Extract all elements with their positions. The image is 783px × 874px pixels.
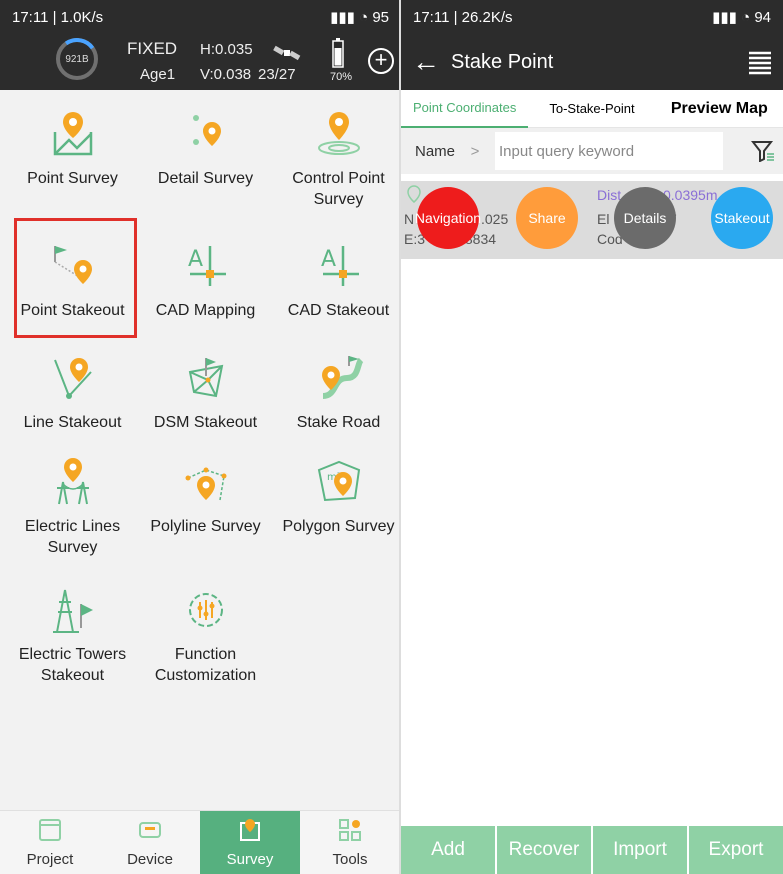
status-time: 17:11 | 26.2K/s <box>413 8 513 26</box>
tile-stake-road[interactable]: Stake Road <box>272 352 401 433</box>
add-icon[interactable]: + <box>368 48 394 74</box>
nav-survey[interactable]: Survey <box>200 811 300 874</box>
stake-point-panel: 17:11 | 26.2K/s ▮▮▮ ◔ 94 ← Stake Point P… <box>401 0 783 874</box>
search-bar: Name > Input query keyword <box>401 128 783 174</box>
project-icon <box>39 819 61 841</box>
tile-label: Point Survey <box>27 170 118 187</box>
battery-percent: 70% <box>330 71 353 83</box>
line-stakeout-icon <box>53 358 92 399</box>
detail-survey-icon <box>192 115 221 146</box>
tile-label: Line Stakeout <box>23 414 122 431</box>
tile-label: DSM Stakeout <box>153 414 258 431</box>
share-button[interactable]: Share <box>516 187 578 249</box>
nav-project[interactable]: Project <box>0 811 100 874</box>
gear-icon <box>188 593 223 627</box>
recover-button[interactable]: Recover <box>497 826 591 874</box>
survey-menu-panel: 17:11 | 1.0K/s ▮▮▮ ◔ 95 921B FIXED H:0.0… <box>0 0 401 874</box>
point-survey-icon <box>53 112 92 156</box>
tile-label: CAD Stakeout <box>287 302 390 319</box>
electric-towers-icon <box>52 589 93 633</box>
tile-function-customization[interactable]: Function Customization <box>139 584 272 686</box>
tile-point-survey[interactable]: Point Survey <box>6 108 139 189</box>
age: Age1 <box>140 66 176 83</box>
cad-mapping-icon: A <box>188 246 226 286</box>
chevron-right-icon[interactable]: > <box>455 143 495 160</box>
satellite-icon <box>272 42 302 68</box>
import-button[interactable]: Import <box>593 826 687 874</box>
tile-label: Polygon Survey <box>282 518 395 535</box>
tile-label: Stake Road <box>296 414 381 431</box>
page-title: Stake Point <box>451 50 554 73</box>
list-menu-icon[interactable] <box>747 49 773 75</box>
survey-icon <box>240 819 260 841</box>
svg-text:A: A <box>321 247 336 272</box>
polyline-survey-icon <box>185 467 226 501</box>
tile-polyline-survey[interactable]: Polyline Survey <box>139 456 272 537</box>
tab-bar: Point Coordinates To-Stake-Point Preview… <box>401 90 783 128</box>
battery-level: 94 <box>754 9 771 26</box>
bottom-navigation: Project Device Survey Tools <box>0 810 400 874</box>
tile-label: Polyline Survey <box>150 518 261 535</box>
satellite-count: 23/27 <box>258 66 296 83</box>
status-time: 17:11 | 1.0K/s <box>12 8 104 26</box>
details-button[interactable]: Details <box>614 187 676 249</box>
app-header: ← Stake Point <box>401 34 783 90</box>
stake-road-icon <box>321 356 364 399</box>
battery-level: 95 <box>372 9 389 26</box>
device-icon <box>139 822 161 838</box>
search-field-select[interactable]: Name <box>401 143 455 160</box>
tile-label: Detail Survey <box>157 170 254 187</box>
status-icons: ▮▮▮ ◔ 94 <box>712 9 771 26</box>
status-bar: 17:11 | 26.2K/s ▮▮▮ ◔ 94 <box>401 0 783 34</box>
add-button[interactable]: Add <box>401 826 495 874</box>
tab-preview-map[interactable]: Preview Map <box>656 91 783 127</box>
nav-device[interactable]: Device <box>100 811 200 874</box>
filter-icon[interactable] <box>751 140 775 162</box>
svg-text:A: A <box>188 247 203 272</box>
fix-status: FIXED <box>127 39 178 58</box>
status-bar: 17:11 | 1.0K/s ▮▮▮ ◔ 95 <box>0 0 401 34</box>
v-precision: V:0.038 <box>200 66 252 83</box>
tile-electric-towers-stakeout[interactable]: Electric Towers Stakeout <box>6 584 139 686</box>
tile-label: Control Point Survey <box>292 170 385 208</box>
tile-label: Function Customization <box>154 646 257 684</box>
tile-label: CAD Mapping <box>155 302 256 319</box>
tile-electric-lines-survey[interactable]: Electric Lines Survey <box>6 456 139 558</box>
tile-dsm-stakeout[interactable]: DSM Stakeout <box>139 352 272 433</box>
tile-line-stakeout[interactable]: Line Stakeout <box>6 352 139 433</box>
tile-control-point-survey[interactable]: Control Point Survey <box>272 108 401 210</box>
tile-label: Electric Towers Stakeout <box>18 646 127 684</box>
tab-to-stake-point[interactable]: To-Stake-Point <box>528 91 655 127</box>
tile-cad-mapping[interactable]: A CAD Mapping <box>139 240 272 321</box>
point-list-row[interactable]: N .025 E:3 .8834 Dist 0.0395m El 7 Cod N… <box>401 181 783 259</box>
h-precision: H:0.035 <box>200 41 253 58</box>
polygon-survey-icon: m³ <box>317 460 360 502</box>
gnss-ring-icon[interactable]: 921B <box>56 38 98 80</box>
tile-cad-stakeout[interactable]: A CAD Stakeout <box>272 240 401 321</box>
search-input[interactable]: Input query keyword <box>495 132 723 170</box>
navigation-button[interactable]: Navigation <box>415 187 481 249</box>
nav-tools[interactable]: Tools <box>300 811 400 874</box>
tile-polygon-survey[interactable]: m³ Polygon Survey <box>272 456 401 537</box>
back-arrow-icon[interactable]: ← <box>401 46 451 78</box>
gnss-status-header: 921B FIXED H:0.035 Age1 V:0.038 23/27 70… <box>0 34 401 90</box>
tab-point-coordinates[interactable]: Point Coordinates <box>401 90 529 128</box>
selection-highlight <box>14 218 137 338</box>
export-button[interactable]: Export <box>689 826 783 874</box>
dsm-stakeout-icon <box>188 358 223 398</box>
cad-stakeout-icon: A <box>321 246 359 286</box>
location-pin-icon <box>407 185 421 203</box>
action-footer: Add Recover Import Export <box>401 826 783 874</box>
tools-icon <box>339 819 361 841</box>
stakeout-button[interactable]: Stakeout <box>711 187 773 249</box>
control-point-icon <box>317 112 360 155</box>
electric-lines-icon <box>56 458 89 505</box>
tile-detail-survey[interactable]: Detail Survey <box>139 108 272 189</box>
battery-icon <box>332 38 344 72</box>
status-icons: ▮▮▮ ◔ 95 <box>330 9 389 26</box>
tile-label: Electric Lines Survey <box>24 518 121 556</box>
